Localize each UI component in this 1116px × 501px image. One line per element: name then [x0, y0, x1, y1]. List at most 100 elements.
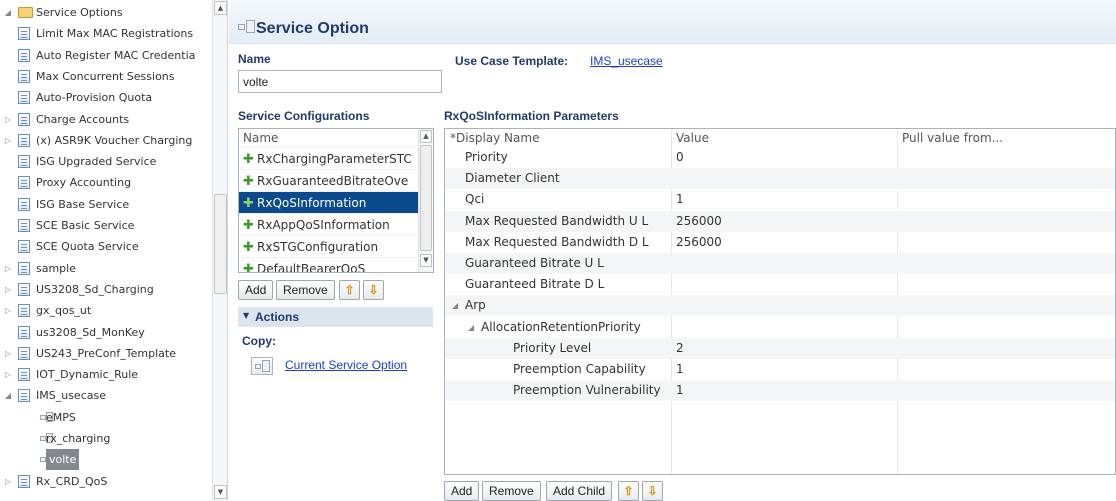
param-add-child-button[interactable]: Add Child [546, 481, 613, 501]
parameter-value[interactable]: 1 [676, 359, 684, 380]
parameter-row[interactable]: Preemption Capability 1 [445, 359, 1115, 380]
title-bar: Service Option [229, 0, 1116, 44]
tree-item[interactable]: ▷ US243_PreConf_Template [0, 343, 212, 364]
parameter-row[interactable]: Guaranteed Bitrate D L [445, 274, 1115, 295]
parameter-row[interactable]: Max Requested Bandwidth D L 256000 [445, 232, 1115, 253]
use-case-template-link[interactable]: IMS_usecase [590, 54, 663, 68]
parameters-table[interactable]: *Display Name Value Pull value from... P… [444, 128, 1116, 475]
parameter-row[interactable]: Max Requested Bandwidth U L 256000 [445, 210, 1115, 232]
parameter-row[interactable]: Diameter Client [445, 168, 1115, 190]
scrollbar-thumb[interactable] [214, 194, 227, 294]
service-configuration-label: RxGuaranteedBitrateOve [257, 174, 409, 188]
tree-item[interactable]: Max Concurrent Sessions [0, 66, 212, 87]
name-input[interactable] [238, 70, 442, 93]
service-configurations-list[interactable]: Name ✚ RxChargingParameterSTC ✚ RxGuarante… [238, 128, 434, 273]
tree-item[interactable]: ISG Upgraded Service [0, 151, 212, 172]
tree-item[interactable]: ▷ (x) ASR9K Voucher Charging [0, 130, 212, 151]
move-down-arrow-icon[interactable]: ⇩ [363, 280, 384, 300]
parameter-value[interactable]: 256000 [676, 211, 722, 232]
expand-twisty-icon[interactable]: ▷ [3, 343, 13, 364]
service-configuration-item[interactable]: ✚ RxGuaranteedBitrateOve [239, 169, 419, 191]
tree-item[interactable]: Proxy Accounting [0, 172, 212, 193]
parameter-row[interactable]: ◢ Arp [445, 295, 1115, 317]
column-header-display-name[interactable]: *Display Name [450, 129, 539, 147]
collapse-twisty-icon[interactable]: ◢ [452, 295, 458, 316]
tree-item[interactable]: rx_charging [0, 428, 212, 449]
collapse-twisty-icon[interactable]: ◢ [3, 385, 13, 406]
config-remove-button[interactable]: Remove [276, 280, 335, 300]
tree-item[interactable]: volte [0, 449, 212, 471]
parameter-row[interactable]: Priority Level 2 [445, 337, 1115, 359]
column-header-value[interactable]: Value [676, 129, 709, 147]
scroll-up-arrow-icon[interactable]: ▲ [420, 130, 432, 143]
collapse-twisty-icon[interactable]: ◢ [468, 317, 474, 338]
current-service-option-link[interactable]: Current Service Option [285, 358, 407, 372]
tree-item[interactable]: us3208_Sd_MonKey [0, 322, 212, 343]
service-configuration-item[interactable]: ✚ DefaultBearerQoS [239, 257, 419, 272]
parameter-row[interactable]: ◢ AllocationRetentionPriority [445, 317, 1115, 338]
expand-twisty-icon[interactable]: ▷ [3, 258, 13, 279]
tree-scrollbar[interactable]: ▲ ▼ [212, 0, 227, 501]
tree-item[interactable]: ▷ US3208_Sd_Charging [0, 279, 212, 300]
parameter-value[interactable]: 1 [676, 380, 684, 401]
tree-item[interactable]: ▷ Charge Accounts [0, 109, 212, 130]
service-configuration-label: RxAppQoSInformation [257, 218, 390, 232]
expand-twisty-icon[interactable]: ▷ [3, 300, 13, 321]
service-configuration-item[interactable]: ✚ RxChargingParameterSTC [239, 147, 419, 169]
name-label: Name [238, 52, 271, 66]
parameter-name: Preemption Vulnerability [513, 383, 661, 398]
main-panel: Service Option Name Use Case Template: I… [229, 0, 1116, 501]
service-configuration-item[interactable]: ✚ RxSTGConfiguration [239, 235, 419, 257]
tree-item[interactable]: ◢ IMS_usecase [0, 385, 212, 406]
tree-item[interactable]: Limit Max MAC Registrations [0, 23, 212, 44]
tree-item[interactable]: ▷ Rx_CRD_QoS [0, 471, 212, 492]
parameter-row[interactable]: Preemption Vulnerability 1 [445, 380, 1115, 402]
scrollbar-thumb[interactable] [420, 145, 432, 251]
tree-item[interactable]: ▷ sample [0, 258, 212, 279]
expand-twisty-icon[interactable]: ▷ [3, 364, 13, 385]
scroll-down-arrow-icon[interactable]: ▼ [420, 254, 432, 267]
tree-item[interactable]: ▷ IOT_Dynamic_Rule [0, 364, 212, 385]
param-remove-button[interactable]: Remove [482, 481, 541, 501]
tree-item[interactable]: Auto Register MAC Credentia [0, 45, 212, 66]
expand-twisty-icon[interactable]: ▷ [3, 279, 13, 300]
list-scrollbar[interactable]: ▲ ▼ [418, 129, 433, 272]
param-move-down-arrow-icon[interactable]: ⇩ [642, 481, 663, 501]
scroll-up-arrow-icon[interactable]: ▲ [214, 1, 227, 15]
expand-twisty-icon[interactable]: ▷ [3, 471, 13, 492]
service-option-copy-icon[interactable] [251, 357, 273, 375]
tree-item[interactable]: ▷ gx_qos_ut [0, 300, 212, 321]
expand-twisty-icon[interactable]: ▷ [3, 109, 13, 130]
param-add-button[interactable]: Add [444, 481, 480, 501]
parameter-value[interactable]: 2 [676, 338, 684, 359]
tree-item[interactable]: ◢ Service Options [0, 2, 212, 23]
actions-section-header[interactable]: ▼ Actions [238, 307, 433, 327]
tree-item[interactable]: eMPS [0, 407, 212, 428]
tree-item[interactable]: Auto-Provision Quota [0, 87, 212, 108]
service-configuration-item[interactable]: ✚ RxAppQoSInformation [239, 213, 419, 235]
param-move-up-arrow-icon[interactable]: ⇧ [618, 481, 639, 501]
service-options-tree[interactable]: ◢ Service Options Limit Max MAC Registrati… [0, 0, 228, 501]
template-icon [18, 176, 30, 190]
tree-item[interactable]: ISG Base Service [0, 194, 212, 215]
plus-icon: ✚ [243, 196, 254, 211]
tree-item-label: Auto-Provision Quota [36, 91, 153, 105]
collapse-twisty-icon[interactable]: ◢ [3, 2, 13, 23]
parameter-value[interactable]: 0 [676, 147, 684, 168]
tree-item[interactable]: SCE Quota Service [0, 236, 212, 257]
parameter-row[interactable]: Guaranteed Bitrate U L [445, 253, 1115, 274]
scroll-down-arrow-icon[interactable]: ▼ [214, 485, 227, 499]
column-header-pull-value-from[interactable]: Pull value from... [902, 129, 1003, 147]
parameter-value[interactable]: 256000 [676, 232, 722, 253]
tree-item-label: gx_qos_ut [36, 304, 92, 318]
expand-twisty-icon[interactable]: ▷ [3, 130, 13, 151]
parameter-name: Guaranteed Bitrate U L [465, 256, 604, 270]
parameter-row[interactable]: Qci 1 [445, 189, 1115, 210]
move-up-arrow-icon[interactable]: ⇧ [339, 280, 360, 300]
config-add-button[interactable]: Add [238, 280, 274, 300]
parameter-value[interactable]: 1 [676, 189, 684, 210]
service-configuration-label: RxQoSInformation [257, 196, 367, 210]
service-configuration-item[interactable]: ✚ RxQoSInformation [239, 191, 419, 213]
tree-item[interactable]: SCE Basic Service [0, 215, 212, 236]
parameter-row[interactable]: Priority 0 [445, 147, 1115, 168]
